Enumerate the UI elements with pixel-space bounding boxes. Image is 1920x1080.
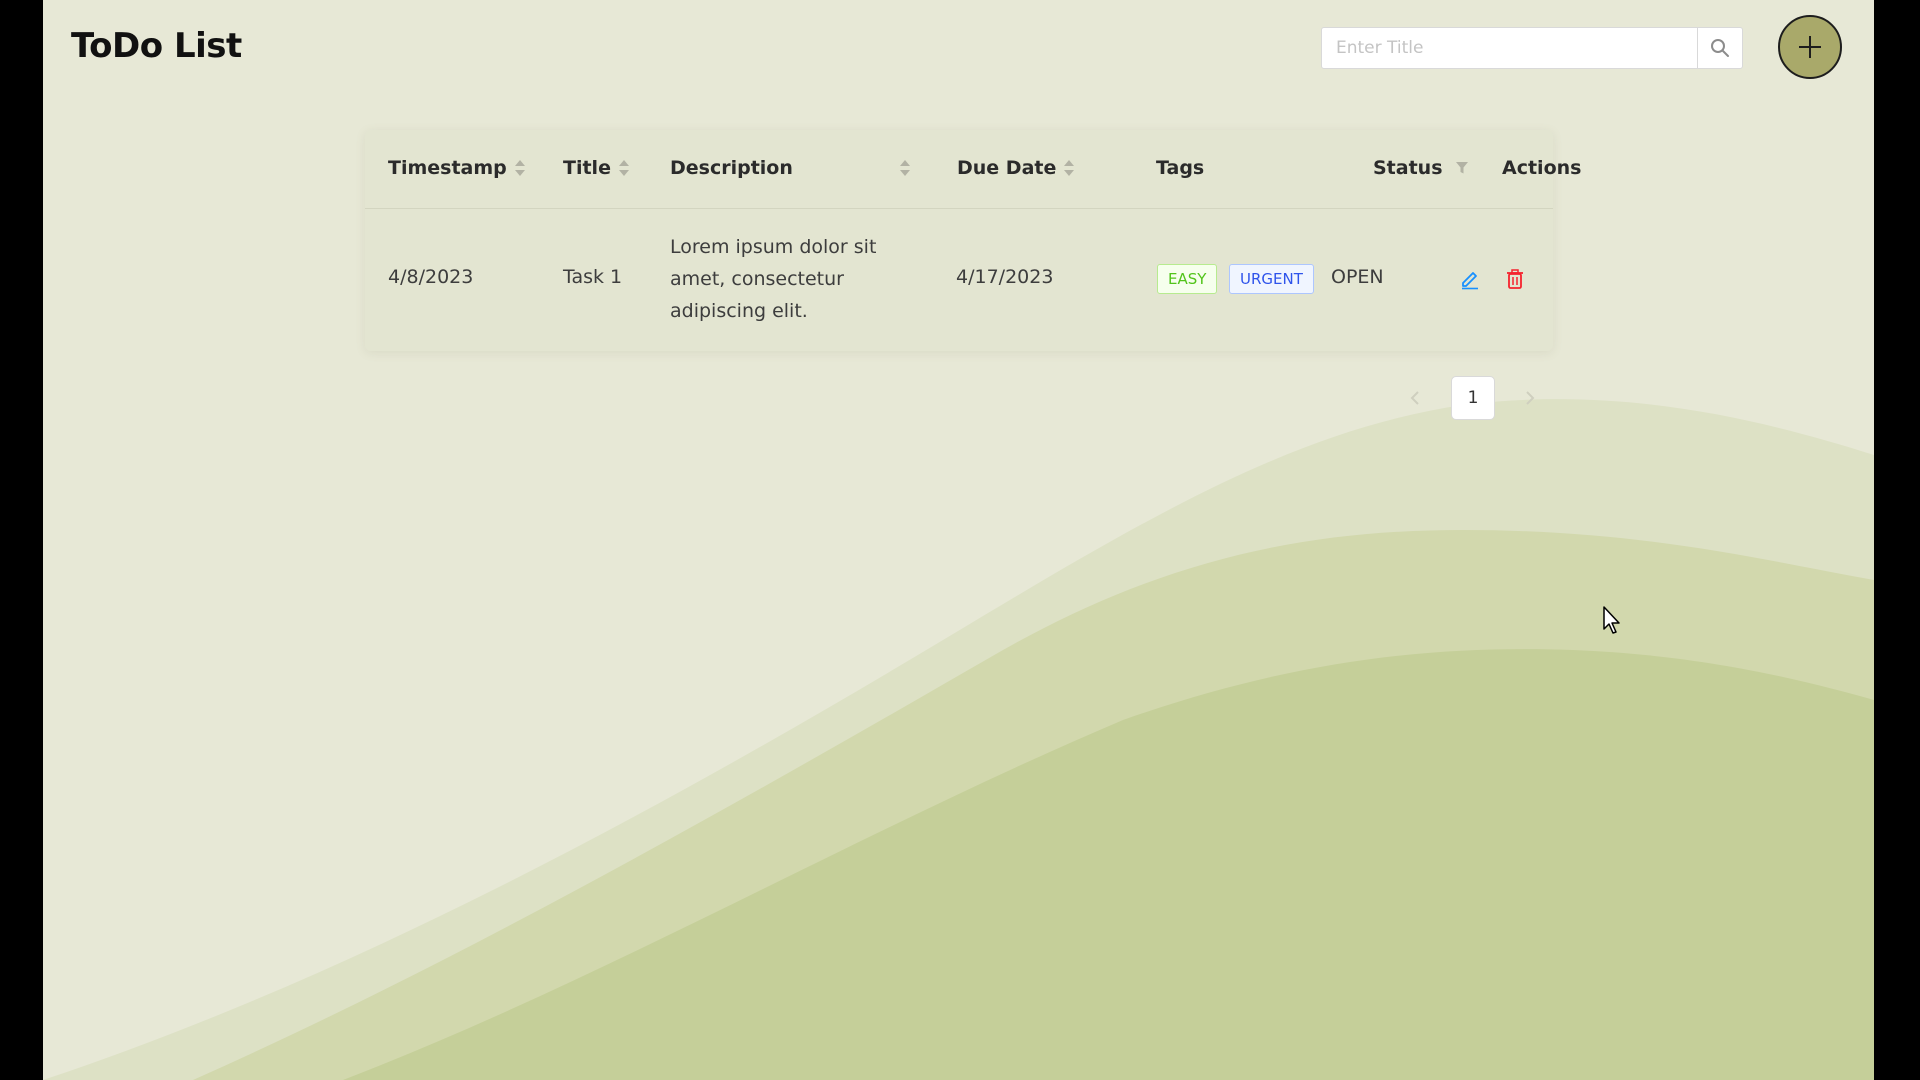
todo-table: Timestamp Title Description Due Date Tag… — [365, 130, 1581, 351]
edit-icon[interactable] — [1459, 268, 1481, 290]
cell-title: Task 1 — [563, 266, 623, 288]
prev-page-icon[interactable] — [1406, 388, 1426, 408]
pagination: 1 — [43, 376, 1874, 420]
column-header-description[interactable]: Description — [670, 157, 910, 179]
cell-timestamp: 4/8/2023 — [388, 266, 474, 288]
column-header-actions: Actions — [1502, 157, 1581, 179]
search-icon — [1711, 39, 1729, 57]
page-title: ToDo List — [71, 26, 242, 66]
column-header-status[interactable]: Status — [1373, 157, 1469, 179]
column-label: Title — [563, 157, 611, 179]
column-label: Actions — [1502, 157, 1582, 179]
cell-description: Lorem ipsum dolor sit amet, consectetur … — [670, 236, 877, 322]
sort-icon[interactable] — [900, 159, 910, 177]
delete-icon[interactable] — [1504, 268, 1526, 290]
column-header-tags: Tags — [1156, 157, 1204, 179]
table-header: Timestamp Title Description Due Date Tag… — [365, 130, 1581, 209]
column-label: Tags — [1156, 157, 1205, 179]
column-header-title[interactable]: Title — [563, 157, 629, 179]
column-label: Status — [1373, 157, 1443, 179]
column-label: Timestamp — [388, 157, 507, 179]
cell-status: OPEN — [1331, 266, 1384, 288]
column-header-timestamp[interactable]: Timestamp — [388, 157, 525, 179]
plus-icon — [1799, 36, 1821, 58]
search-box — [1321, 27, 1743, 69]
cell-due-date: 4/17/2023 — [956, 266, 1054, 288]
sort-icon[interactable] — [618, 159, 629, 177]
tag-urgent: URGENT — [1229, 264, 1314, 294]
add-task-button[interactable] — [1778, 15, 1842, 79]
sort-icon[interactable] — [1064, 159, 1075, 177]
page-number-button[interactable]: 1 — [1451, 376, 1495, 420]
column-label: Due Date — [957, 157, 1057, 179]
sort-icon[interactable] — [514, 159, 525, 177]
app-window: ToDo List Timestamp Title — [43, 0, 1874, 1080]
next-page-icon[interactable] — [1519, 388, 1539, 408]
search-button[interactable] — [1697, 28, 1742, 68]
app-header: ToDo List — [43, 0, 1874, 98]
mouse-cursor-icon — [1603, 606, 1620, 634]
column-label: Description — [670, 157, 793, 179]
column-header-due-date[interactable]: Due Date — [957, 157, 1075, 179]
filter-icon[interactable] — [1455, 161, 1469, 175]
search-input[interactable] — [1322, 28, 1697, 68]
tag-easy: EASY — [1157, 264, 1218, 294]
